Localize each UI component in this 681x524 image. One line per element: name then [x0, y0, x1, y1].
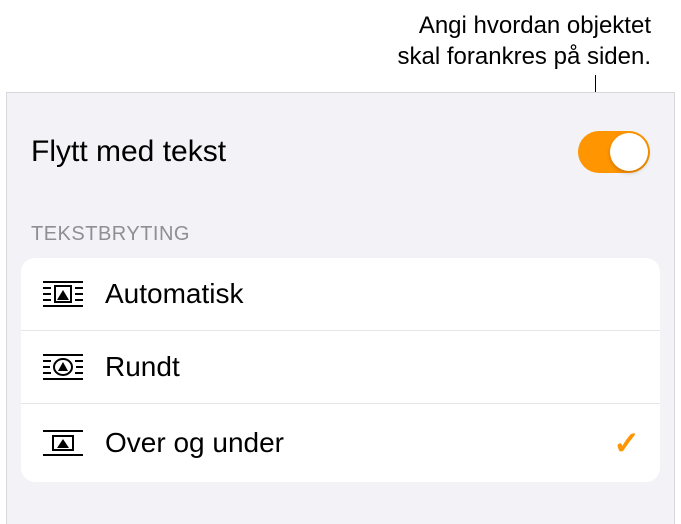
move-with-text-toggle[interactable]	[578, 131, 650, 173]
wrap-auto-icon	[41, 278, 85, 310]
move-with-text-label: Flytt med tekst	[31, 135, 226, 169]
arrange-panel: Flytt med tekst TEKSTBRYTING	[6, 92, 675, 524]
wrap-option-above-below[interactable]: Over og under ✓	[21, 404, 660, 482]
text-wrap-header: TEKSTBRYTING	[7, 223, 674, 246]
text-wrap-list: Automatisk Rundt	[21, 258, 660, 482]
toggle-knob	[610, 133, 648, 171]
wrap-option-around[interactable]: Rundt	[21, 331, 660, 404]
wrap-option-label: Rundt	[105, 351, 640, 383]
wrap-option-label: Over og under	[105, 427, 613, 459]
wrap-option-automatic[interactable]: Automatisk	[21, 258, 660, 331]
callout-line-2: skal forankres på siden.	[398, 41, 651, 72]
move-with-text-row: Flytt med tekst	[7, 131, 674, 173]
checkmark-icon: ✓	[613, 424, 640, 462]
callout-text: Angi hvordan objektet skal forankres på …	[398, 10, 651, 72]
wrap-around-icon	[41, 351, 85, 383]
wrap-option-label: Automatisk	[105, 278, 640, 310]
wrap-above-below-icon	[41, 427, 85, 459]
callout-line-1: Angi hvordan objektet	[398, 10, 651, 41]
